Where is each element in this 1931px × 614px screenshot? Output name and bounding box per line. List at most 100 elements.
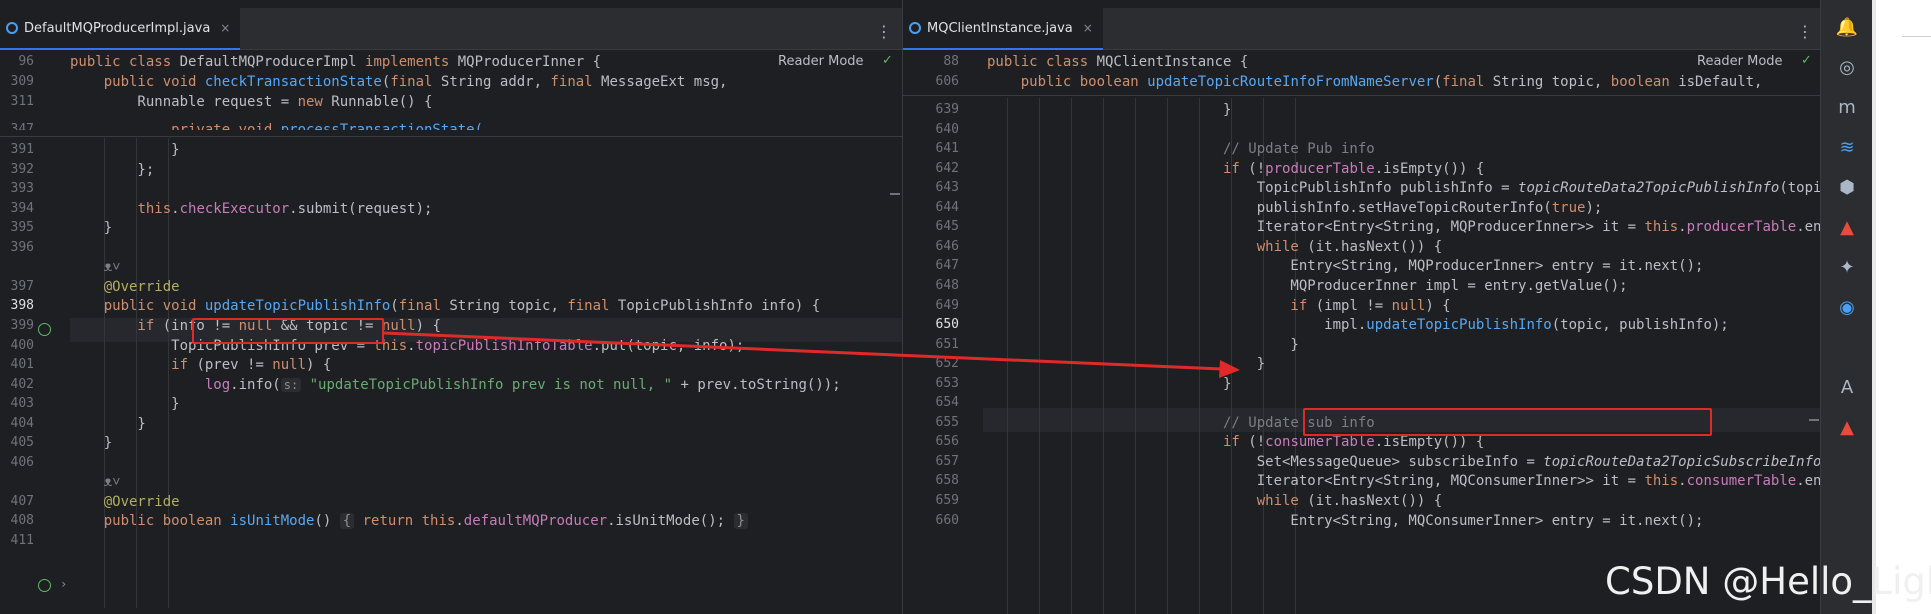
close-tab-icon[interactable]: × [1083, 21, 1093, 35]
code-token: public void [70, 74, 205, 90]
close-tab-icon[interactable]: × [220, 21, 230, 35]
code-token: TopicPublishInfo publishInfo = [987, 180, 1519, 197]
gradle-alt-icon[interactable]: ▲ [1835, 416, 1859, 440]
code-line[interactable]: Runnable request = new Runnable() { [70, 90, 432, 114]
code-token: while [987, 493, 1308, 509]
code-line[interactable]: } [70, 216, 112, 240]
sticky-divider [903, 95, 1820, 96]
reader-mode-toggle[interactable]: Reader Mode [778, 54, 864, 69]
gradle-icon[interactable]: ▲ [1835, 216, 1859, 240]
notifications-icon[interactable]: 🔔 [1835, 16, 1859, 40]
folded-region[interactable]: { [339, 513, 355, 530]
code-token: this [1644, 473, 1679, 490]
code-token: defaultMQProducer [463, 513, 608, 530]
plugin-icon[interactable]: ⬢ [1835, 176, 1859, 200]
code-token: impl. [987, 317, 1367, 334]
code-token: true [1551, 199, 1586, 216]
scrollbar-marker[interactable] [1809, 419, 1819, 421]
inspection-ok-icon[interactable]: ✓ [1801, 53, 1812, 68]
code-line[interactable]: log.info(s: "updateTopicPublishInfo prev… [70, 373, 841, 397]
code-token: } [987, 102, 1232, 118]
tab-mqclientinstance[interactable]: MQClientInstance.java × [903, 8, 1103, 50]
tab-defaultmqproducerimpl[interactable]: DefaultMQProducerImpl.java × [0, 8, 241, 50]
code-token: ( [1433, 74, 1443, 90]
code-token: if [987, 160, 1249, 177]
code-token: final [567, 298, 618, 315]
line-number[interactable]: 406 [0, 451, 34, 475]
maven-icon[interactable]: m [1835, 96, 1859, 120]
code-token: null [272, 357, 307, 374]
code-token: } [70, 435, 113, 452]
code-token: final [398, 298, 450, 315]
left-tab-bar: DefaultMQProducerImpl.java × ⋮ [0, 8, 902, 50]
tab-label: MQClientInstance.java [927, 20, 1073, 36]
line-number[interactable]: 311 [0, 90, 34, 114]
code-line[interactable]: } [987, 372, 1231, 396]
reader-mode-toggle[interactable]: Reader Mode [1697, 54, 1783, 69]
code-token: public class [987, 54, 1097, 70]
right-tool-sidebar: 🔔 ◎ m ≋ ⬢ ▲ ✦ ◉ A ▲ [1820, 0, 1872, 614]
tool-icon[interactable]: ✦ [1835, 256, 1859, 280]
watermark: CSDN @Hello_Light [1605, 560, 1931, 603]
code-token: ) { [306, 357, 332, 374]
code-token: new [297, 94, 332, 110]
window-edge [1872, 0, 1876, 614]
code-token: MessageExt msg, [601, 74, 728, 90]
override-implement-icon[interactable] [38, 579, 51, 592]
code-line[interactable]: public boolean isUnitMode() { return thi… [70, 509, 748, 533]
code-token: (it.hasNext()) { [1307, 493, 1443, 509]
code-token: } [70, 220, 113, 237]
code-line[interactable]: Entry<String, MQConsumerInner> entry = i… [987, 509, 1703, 533]
code-token: checkTransactionState [204, 74, 382, 90]
code-token: .info( [230, 376, 281, 393]
line-number[interactable]: 396 [0, 236, 34, 260]
code-token: Iterator<Entry<String, MQConsumerInner>>… [987, 473, 1645, 490]
code-token: } [70, 396, 180, 413]
code-token: .entrySe [1796, 473, 1820, 490]
line-number[interactable]: 606 [925, 70, 959, 94]
line-number[interactable]: 411 [0, 529, 34, 553]
line-number[interactable]: 660 [925, 509, 959, 533]
ai-assistant-icon[interactable]: ◎ [1835, 56, 1859, 80]
code-token: Entry<String, MQConsumerInner> entry = i… [987, 512, 1704, 529]
code-token: .isEmpty()) { [1374, 434, 1485, 451]
tab-options-icon[interactable]: ⋮ [1797, 22, 1813, 41]
code-token: ) { [415, 317, 441, 334]
code-token: isDefault, [1678, 74, 1763, 90]
code-token: updateTopicPublishInfo [1366, 317, 1552, 334]
right-editor[interactable]: 639 } 640 641 // Update Pub info 642 if (!p… [903, 50, 1820, 614]
code-token: (topic, to [1779, 180, 1820, 197]
code-token: (topic, publishInfo); [1551, 317, 1729, 334]
code-line[interactable]: }; [70, 158, 154, 182]
code-token: public boolean [987, 74, 1148, 90]
code-line[interactable]: public boolean updateTopicRouteInfoFromN… [987, 70, 1763, 94]
code-token: ᴥ˅ [70, 474, 121, 491]
left-editor[interactable]: 391 } 392 }; 393 394 this.checkExecutor.sub… [0, 50, 902, 614]
code-line[interactable]: } [987, 98, 1231, 122]
code-token: Entry<String, MQProducerInner> entry = i… [987, 258, 1704, 275]
code-token: Runnable request = [70, 94, 298, 110]
code-token: null [1391, 297, 1426, 314]
code-token: "updateTopicPublishInfo prev is not null… [309, 376, 673, 393]
code-token: (! [1248, 160, 1266, 177]
code-token: this [1644, 219, 1679, 236]
scrollbar-marker[interactable] [890, 193, 900, 195]
database-icon[interactable]: ≋ [1835, 136, 1859, 160]
code-token: public void [70, 298, 205, 315]
code-token: String addr, [440, 74, 551, 90]
code-line[interactable]: this.checkExecutor.submit(request); [70, 197, 432, 221]
code-token: if [987, 297, 1316, 314]
copilot-icon[interactable]: ◉ [1835, 296, 1859, 320]
code-line[interactable]: } [70, 431, 112, 455]
folded-region[interactable]: } [733, 513, 748, 530]
tab-options-icon[interactable]: ⋮ [876, 22, 892, 41]
code-token: boolean [1610, 74, 1679, 90]
highlight-box-method-call [1303, 408, 1712, 436]
translate-icon[interactable]: A [1835, 376, 1859, 400]
code-token: producerTable [1265, 160, 1375, 177]
inspection-ok-icon[interactable]: ✓ [882, 53, 893, 68]
divider-line [1902, 36, 1931, 37]
fold-expand-icon[interactable]: › [60, 577, 67, 591]
override-implement-icon[interactable] [38, 323, 51, 336]
background-window [1872, 0, 1931, 614]
